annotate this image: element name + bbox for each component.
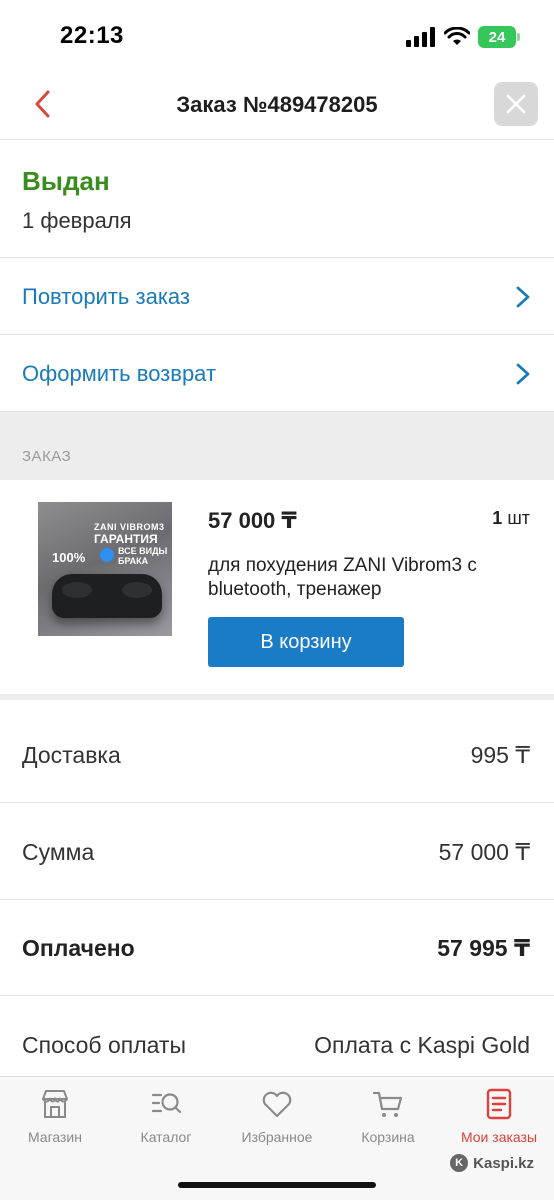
status-icons: 24 bbox=[406, 26, 520, 48]
product-price: 57 000 ₸ bbox=[208, 508, 297, 533]
close-icon bbox=[506, 94, 526, 114]
section-header-label: ЗАКАЗ bbox=[22, 448, 72, 465]
cellular-signal-icon bbox=[406, 27, 435, 47]
tab-store[interactable]: Магазин bbox=[0, 1087, 110, 1145]
close-button[interactable] bbox=[494, 82, 538, 126]
payment-method-value: Оплата с Kaspi Gold bbox=[314, 1032, 530, 1058]
repeat-order-label: Повторить заказ bbox=[22, 284, 190, 309]
tab-my-orders-label: Мои заказы bbox=[460, 1129, 538, 1145]
chevron-right-icon bbox=[516, 286, 530, 308]
product-item: ZANI VIBROM3 ГАРАНТИЯ 100% ВСЕ ВИДЫ БРАК… bbox=[0, 480, 554, 700]
sum-label: Сумма bbox=[22, 839, 95, 865]
tab-my-orders[interactable]: Мои заказы bbox=[444, 1087, 554, 1145]
product-image-defects: ВСЕ ВИДЫ БРАКА bbox=[118, 546, 168, 566]
tab-favorites-label: Избранное bbox=[241, 1129, 313, 1145]
tab-cart[interactable]: Корзина bbox=[333, 1087, 443, 1145]
order-status-block: Выдан 1 февраля bbox=[0, 140, 554, 258]
page-title: Заказ №489478205 bbox=[176, 92, 378, 117]
cart-icon bbox=[372, 1091, 403, 1117]
watermark-text: Kaspi.kz bbox=[473, 1154, 534, 1172]
catalog-search-icon bbox=[151, 1093, 182, 1114]
tab-store-label: Магазин bbox=[27, 1129, 82, 1145]
delivery-value: 995 ₸ bbox=[470, 742, 530, 768]
orders-icon bbox=[486, 1088, 512, 1120]
check-badge-icon bbox=[100, 548, 114, 562]
sum-row: Сумма 57 000 ₸ bbox=[0, 803, 554, 900]
return-order-row[interactable]: Оформить возврат bbox=[0, 335, 554, 412]
repeat-order-row[interactable]: Повторить заказ bbox=[0, 258, 554, 335]
product-name[interactable]: для похудения ZANI Vibrom3 с bluetooth, … bbox=[208, 554, 528, 602]
order-status: Выдан bbox=[22, 166, 110, 196]
add-to-cart-button[interactable]: В корзину bbox=[208, 617, 404, 667]
delivery-label: Доставка bbox=[22, 742, 121, 768]
product-image-guarantee: ГАРАНТИЯ bbox=[94, 532, 158, 546]
status-time: 22:13 bbox=[60, 22, 124, 49]
battery-icon: 24 bbox=[478, 26, 520, 48]
delivery-row: Доставка 995 ₸ bbox=[0, 706, 554, 803]
return-order-label: Оформить возврат bbox=[22, 361, 217, 386]
wifi-icon bbox=[444, 27, 470, 45]
tab-catalog[interactable]: Каталог bbox=[111, 1087, 221, 1145]
product-image-percent: 100% bbox=[52, 550, 86, 565]
vibration-platform-illustration bbox=[52, 574, 162, 618]
payment-method-label: Способ оплаты bbox=[22, 1032, 186, 1058]
store-icon bbox=[42, 1090, 68, 1118]
product-image[interactable]: ZANI VIBROM3 ГАРАНТИЯ 100% ВСЕ ВИДЫ БРАК… bbox=[38, 502, 172, 636]
kaspi-watermark: K Kaspi.kz bbox=[450, 1154, 534, 1172]
status-bar: 22:13 24 bbox=[0, 0, 554, 70]
paid-label: Оплачено bbox=[22, 935, 135, 961]
product-qty-number: 1 bbox=[492, 508, 503, 528]
product-image-brand: ZANI VIBROM3 bbox=[94, 522, 165, 532]
sum-value: 57 000 ₸ bbox=[438, 839, 530, 865]
order-date: 1 февраля bbox=[22, 208, 132, 233]
order-section-header: ЗАКАЗ bbox=[0, 412, 554, 480]
product-qty-unit: шт bbox=[507, 508, 530, 528]
home-indicator bbox=[178, 1182, 376, 1188]
nav-bar: Заказ №489478205 bbox=[0, 70, 554, 140]
battery-level: 24 bbox=[488, 28, 506, 46]
tab-cart-label: Корзина bbox=[361, 1129, 415, 1145]
paid-value: 57 995 ₸ bbox=[437, 935, 530, 961]
chevron-right-icon bbox=[516, 363, 530, 385]
tab-catalog-label: Каталог bbox=[140, 1129, 192, 1145]
heart-icon bbox=[262, 1091, 292, 1118]
paid-row: Оплачено 57 995 ₸ bbox=[0, 899, 554, 996]
tab-favorites[interactable]: Избранное bbox=[222, 1087, 332, 1145]
kaspi-logo-icon: K bbox=[450, 1154, 469, 1172]
product-quantity: 1 шт bbox=[492, 508, 530, 529]
